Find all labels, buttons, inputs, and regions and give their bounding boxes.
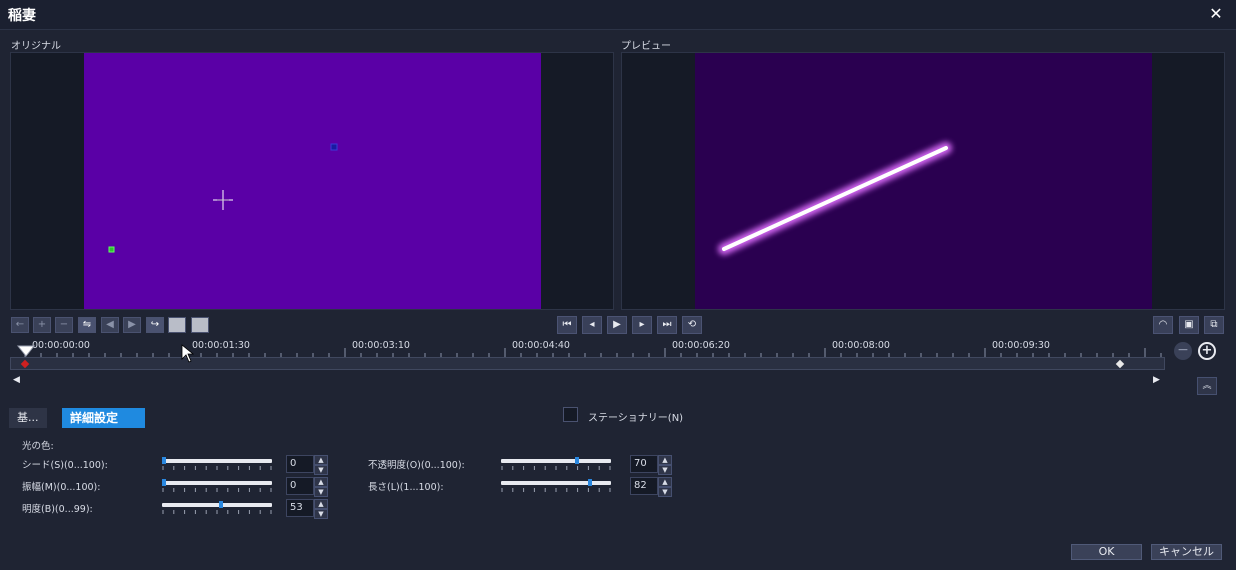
speed-gauge-icon[interactable]: ◠ bbox=[1153, 316, 1173, 334]
go-start-icon[interactable]: ⏮ bbox=[557, 316, 577, 334]
seed-spinner[interactable]: ▲ ▼ bbox=[314, 455, 328, 475]
remove-icon[interactable]: − bbox=[55, 317, 73, 333]
spin-up-icon[interactable]: ▲ bbox=[658, 477, 672, 487]
next-keyframe-icon[interactable]: ▶ bbox=[123, 317, 141, 333]
amplitude-value[interactable]: 0 bbox=[286, 477, 314, 495]
mouse-pointer-icon bbox=[181, 344, 195, 363]
tick-label: 00:00:06:20 bbox=[672, 340, 730, 351]
spin-up-icon[interactable]: ▲ bbox=[658, 455, 672, 465]
spin-down-icon[interactable]: ▼ bbox=[314, 465, 328, 475]
mirror-alt-icon[interactable] bbox=[191, 317, 209, 333]
opacity-spinner[interactable]: ▲ ▼ bbox=[658, 455, 672, 475]
go-end-icon[interactable]: ⏭ bbox=[657, 316, 677, 334]
seed-slider-thumb[interactable] bbox=[162, 457, 166, 464]
end-point-handle[interactable] bbox=[330, 143, 338, 151]
start-keyframe-marker[interactable] bbox=[20, 359, 30, 369]
preview-zoom-icon[interactable]: ⧉ bbox=[1204, 316, 1224, 334]
crosshair-cursor bbox=[213, 190, 233, 210]
spin-up-icon[interactable]: ▲ bbox=[314, 477, 328, 487]
spin-up-icon[interactable]: ▲ bbox=[314, 499, 328, 509]
length-value[interactable]: 82 bbox=[630, 477, 658, 495]
original-overlay bbox=[108, 143, 338, 253]
monitor-icon[interactable]: ▣ bbox=[1179, 316, 1199, 334]
lightning-bolt bbox=[718, 142, 952, 255]
length-spinner[interactable]: ▲ ▼ bbox=[658, 477, 672, 497]
preview-viewer bbox=[621, 52, 1225, 310]
zoom-out-icon[interactable]: − bbox=[1174, 342, 1192, 360]
title-bar: 稲妻 ✕ bbox=[0, 0, 1236, 30]
dialog-title: 稲妻 bbox=[8, 8, 36, 24]
amplitude-slider-ticks bbox=[162, 488, 272, 492]
opacity-slider-ticks bbox=[501, 466, 611, 470]
ok-button[interactable]: OK bbox=[1071, 544, 1142, 560]
tick-label: 00:00:04:40 bbox=[512, 340, 570, 351]
seed-value[interactable]: 0 bbox=[286, 455, 314, 473]
zoom-in-icon[interactable]: + bbox=[1198, 342, 1216, 360]
step-forward-icon[interactable]: ▸ bbox=[632, 316, 652, 334]
seed-label: シード(S)(0...100): bbox=[22, 460, 108, 471]
mirror-icon[interactable] bbox=[168, 317, 186, 333]
opacity-label: 不透明度(O)(0...100): bbox=[368, 460, 465, 471]
amplitude-label: 振幅(M)(0...100): bbox=[22, 482, 101, 493]
spin-up-icon[interactable]: ▲ bbox=[314, 455, 328, 465]
brightness-value[interactable]: 53 bbox=[286, 499, 314, 517]
collapse-panel-icon[interactable]: ︽ bbox=[1197, 377, 1217, 395]
stationary-label: ステーショナリー(N) bbox=[588, 413, 684, 424]
length-slider-ticks bbox=[501, 488, 611, 492]
seed-slider[interactable] bbox=[162, 457, 272, 464]
cancel-button[interactable]: キャンセル bbox=[1151, 544, 1222, 560]
tick-label: 00:00:08:00 bbox=[832, 340, 890, 351]
arrow-left-icon[interactable]: ← bbox=[11, 317, 29, 333]
light-color-label: 光の色: bbox=[22, 441, 54, 452]
redo-icon[interactable]: ↪ bbox=[146, 317, 164, 333]
end-keyframe-marker[interactable] bbox=[1115, 359, 1125, 369]
scroll-left-icon[interactable]: ◀ bbox=[13, 375, 20, 385]
stationary-checkbox[interactable] bbox=[563, 407, 578, 422]
swap-icon[interactable]: ⇋ bbox=[78, 317, 96, 333]
opacity-slider[interactable] bbox=[501, 457, 611, 464]
amplitude-spinner[interactable]: ▲ ▼ bbox=[314, 477, 328, 497]
step-back-icon[interactable]: ◂ bbox=[582, 316, 602, 334]
original-viewer[interactable] bbox=[10, 52, 614, 310]
play-icon[interactable]: ▶ bbox=[607, 316, 627, 334]
prev-keyframe-icon[interactable]: ◀ bbox=[101, 317, 119, 333]
amplitude-slider-thumb[interactable] bbox=[162, 479, 166, 486]
tick-label: 00:00:09:30 bbox=[992, 340, 1050, 351]
brightness-label: 明度(B)(0...99): bbox=[22, 504, 93, 515]
opacity-slider-thumb[interactable] bbox=[575, 457, 579, 464]
length-label: 長さ(L)(1...100): bbox=[368, 482, 444, 493]
spin-down-icon[interactable]: ▼ bbox=[314, 487, 328, 497]
start-point-handle[interactable] bbox=[108, 246, 115, 253]
length-slider-thumb[interactable] bbox=[588, 479, 592, 486]
original-label: オリジナル bbox=[11, 41, 61, 52]
seed-slider-ticks bbox=[162, 466, 272, 470]
tick-label: 00:00:03:10 bbox=[352, 340, 410, 351]
length-slider[interactable] bbox=[501, 479, 611, 486]
tab-advanced[interactable]: 詳細設定 bbox=[62, 408, 145, 428]
opacity-value[interactable]: 70 bbox=[630, 455, 658, 473]
preview-label: プレビュー bbox=[621, 41, 671, 52]
tab-basic[interactable]: 基... bbox=[9, 408, 47, 428]
playhead-icon[interactable] bbox=[16, 344, 36, 358]
spin-down-icon[interactable]: ▼ bbox=[658, 465, 672, 475]
brightness-slider-ticks bbox=[162, 510, 272, 514]
tick-label: 00:00:00:00 bbox=[32, 340, 90, 351]
loop-icon[interactable]: ⟲ bbox=[682, 316, 702, 334]
amplitude-slider[interactable] bbox=[162, 479, 272, 486]
close-button[interactable]: ✕ bbox=[1206, 4, 1226, 24]
brightness-slider[interactable] bbox=[162, 501, 272, 508]
spin-down-icon[interactable]: ▼ bbox=[314, 509, 328, 519]
add-icon[interactable]: + bbox=[33, 317, 51, 333]
tick-label: 00:00:01:30 bbox=[192, 340, 250, 351]
spin-down-icon[interactable]: ▼ bbox=[658, 487, 672, 497]
brightness-slider-thumb[interactable] bbox=[219, 501, 223, 508]
brightness-spinner[interactable]: ▲ ▼ bbox=[314, 499, 328, 519]
scroll-right-icon[interactable]: ▶ bbox=[1153, 375, 1160, 385]
